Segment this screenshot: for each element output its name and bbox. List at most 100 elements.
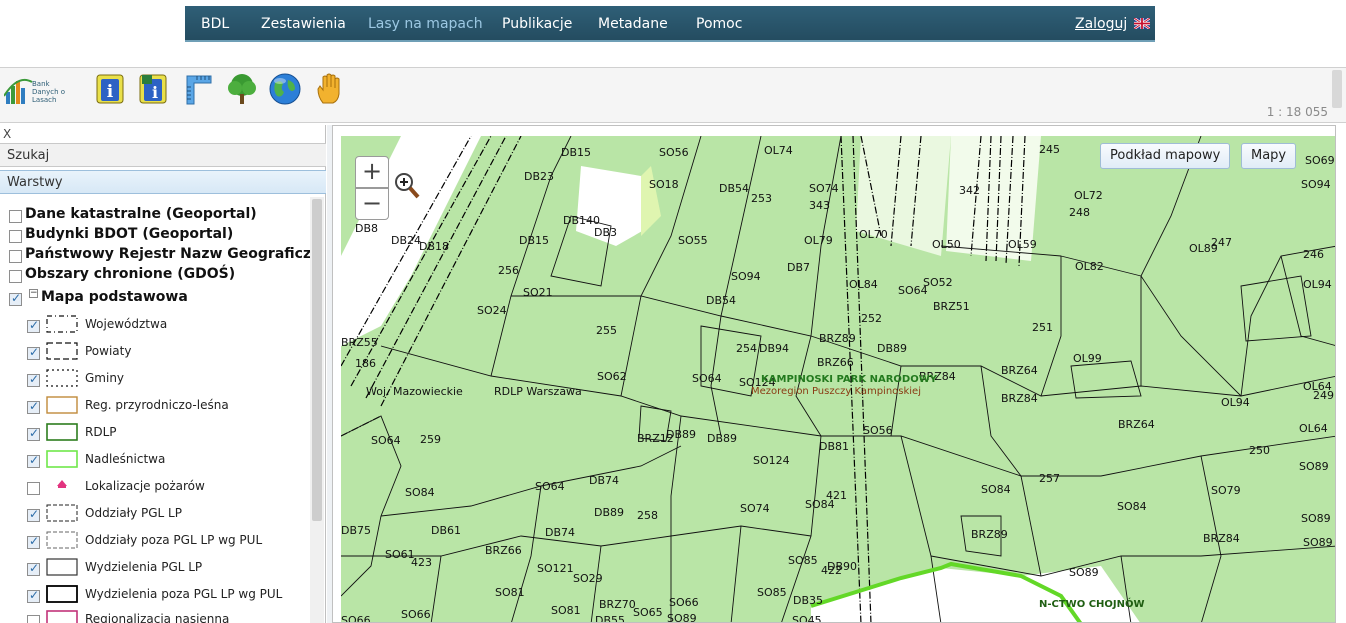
- commune-symbol-icon: [46, 369, 78, 387]
- sublayer-row: RDLP: [0, 421, 310, 445]
- base-map-collapse-icon[interactable]: −: [29, 289, 38, 298]
- search-section-header[interactable]: Szukaj: [0, 143, 326, 167]
- seed-region-symbol-icon: [46, 610, 78, 623]
- pan-hand-icon[interactable]: [314, 72, 344, 106]
- map-label-subdivision: SO61: [385, 548, 415, 561]
- nav-pomoc[interactable]: Pomoc: [696, 16, 742, 32]
- nav-publikacje[interactable]: Publikacje: [502, 16, 572, 32]
- tree-icon[interactable]: [226, 72, 258, 106]
- map-label-subdivision: OL72: [1074, 189, 1103, 202]
- layer-label-cadastral: Dane katastralne (Geoportal): [25, 206, 257, 222]
- zoom-out-button[interactable]: −: [355, 188, 389, 220]
- voivodeship-symbol-icon: [46, 315, 78, 333]
- sublayer-checkbox[interactable]: [27, 399, 40, 414]
- panel-close-button[interactable]: X: [3, 127, 11, 141]
- map-label-compartment: 245: [1039, 143, 1060, 156]
- map-label-subdivision: SO64: [692, 372, 722, 385]
- map-label-subdivision: DB55: [595, 614, 626, 623]
- page-root: BDL Zestawienia Lasy na mapach Publikacj…: [0, 0, 1346, 623]
- login-link[interactable]: Zaloguj: [1075, 16, 1127, 32]
- sublayer-checkbox[interactable]: [27, 372, 40, 387]
- info-icon[interactable]: i: [96, 72, 126, 106]
- sublayer-checkbox[interactable]: [27, 318, 40, 333]
- sublayer-label: Wydzielenia PGL LP: [85, 560, 203, 574]
- map-label-subdivision: OL89: [1189, 242, 1218, 255]
- map-label-subdivision: SO121: [537, 562, 574, 575]
- map-label-compartment: 186: [355, 357, 376, 370]
- layer-checkbox-prng[interactable]: [9, 250, 22, 263]
- zoom-in-button[interactable]: +: [355, 156, 389, 188]
- sublayer-checkbox[interactable]: [27, 615, 40, 623]
- map-label-subdivision: SO52: [923, 276, 953, 289]
- map-label-subdivision: SO55: [678, 234, 708, 247]
- toolbar-scrollbar[interactable]: [1332, 70, 1342, 108]
- layer-label-buildings: Budynki BDOT (Geoportal): [25, 226, 234, 242]
- nav-zestawienia[interactable]: Zestawienia: [261, 16, 346, 32]
- rdlp-symbol-icon: [46, 423, 78, 441]
- map-label-compartment: 255: [596, 324, 617, 337]
- map-label-subdivision: OL70: [859, 228, 888, 241]
- map-label-subdivision: SO94: [731, 270, 761, 283]
- sublayer-checkbox[interactable]: [27, 507, 40, 522]
- map-label-subdivision: OL79: [804, 234, 833, 247]
- layer-checkbox-cadastral[interactable]: [9, 210, 22, 223]
- info-map-icon[interactable]: i: [139, 72, 169, 106]
- maps-button[interactable]: Mapy: [1241, 143, 1297, 169]
- layer-checkbox-buildings[interactable]: [9, 230, 22, 243]
- map-label-subdivision: SO81: [551, 604, 581, 617]
- sublayer-label: Gminy: [85, 371, 125, 385]
- zoom-box-icon[interactable]: [393, 171, 421, 201]
- map-label-voivodeship: Woj. Mazowieckie: [366, 385, 463, 398]
- map-label-subdivision: BRZ84: [1001, 392, 1038, 405]
- map-label-subdivision: SO29: [573, 572, 603, 585]
- map-label-subdivision: DB7: [787, 261, 811, 274]
- sublayer-checkbox[interactable]: [27, 588, 40, 603]
- layer-checkbox-base-map[interactable]: [9, 291, 22, 306]
- sublayer-row: Wydzielenia PGL LP: [0, 556, 310, 580]
- map-label-subdivision: DB81: [819, 440, 850, 453]
- measure-icon[interactable]: [184, 72, 214, 106]
- layer-checkbox-protected-areas[interactable]: [9, 270, 22, 283]
- map-viewport[interactable]: 245 253 343 342 248 247 246 256 255 252 …: [332, 125, 1336, 623]
- map-label-subdivision: DB8: [355, 222, 379, 235]
- map-label-subdivision: BRZ89: [971, 528, 1008, 541]
- sublayer-label: Oddziały PGL LP: [85, 506, 182, 520]
- nav-bdl[interactable]: BDL: [201, 16, 229, 32]
- map-label-subdivision: SO66: [669, 596, 699, 609]
- map-label-subdivision: DB89: [666, 428, 697, 441]
- svg-text:i: i: [107, 82, 114, 102]
- map-label-subdivision: SO56: [863, 424, 893, 437]
- sublayer-label: Reg. przyrodniczo-leśna: [85, 398, 229, 412]
- layers-section-header[interactable]: Warstwy: [0, 170, 326, 194]
- nav-metadane[interactable]: Metadane: [598, 16, 668, 32]
- map-label-mesoregion: Mezoregion Puszczy Kampinoskiej: [751, 386, 921, 397]
- compartment-symbol-icon: [46, 504, 78, 522]
- bdl-logo-icon[interactable]: Bank Danych o Lasach: [3, 72, 78, 106]
- sublayer-checkbox[interactable]: [27, 426, 40, 441]
- sublayer-checkbox[interactable]: [27, 561, 40, 576]
- sublayer-checkbox[interactable]: [27, 453, 40, 468]
- layer-list-scrollbar-thumb[interactable]: [312, 199, 322, 521]
- layer-list-scrollbar[interactable]: [310, 197, 324, 623]
- basemap-button[interactable]: Podkład mapowy: [1100, 143, 1231, 169]
- map-label-subdivision: SO124: [753, 454, 790, 467]
- uk-flag-icon[interactable]: [1134, 18, 1150, 29]
- map-label-subdivision: SO79: [1211, 484, 1241, 497]
- map-label-compartment: 343: [809, 199, 830, 212]
- sublayer-checkbox[interactable]: [27, 534, 40, 549]
- globe-icon[interactable]: [268, 72, 302, 106]
- map-label-subdivision: BRZ70: [599, 598, 636, 611]
- map-label-subdivision: DB15: [519, 234, 550, 247]
- map-label-subdivision: DB61: [431, 524, 462, 537]
- map-label-compartment: 248: [1069, 206, 1090, 219]
- sublayer-row: Powiaty: [0, 340, 310, 364]
- sublayer-checkbox[interactable]: [27, 345, 40, 360]
- map-label-subdivision: SO81: [495, 586, 525, 599]
- map-label-subdivision: DB89: [594, 506, 625, 519]
- map-label-subdivision: SO66: [341, 614, 371, 623]
- sublayer-checkbox[interactable]: [27, 482, 40, 495]
- nav-lasy-na-mapach[interactable]: Lasy na mapach: [368, 16, 483, 32]
- map-label-subdivision: SO21: [523, 286, 553, 299]
- map-canvas[interactable]: 245 253 343 342 248 247 246 256 255 252 …: [341, 136, 1335, 623]
- map-label-subdivision: BRZ55: [341, 336, 378, 349]
